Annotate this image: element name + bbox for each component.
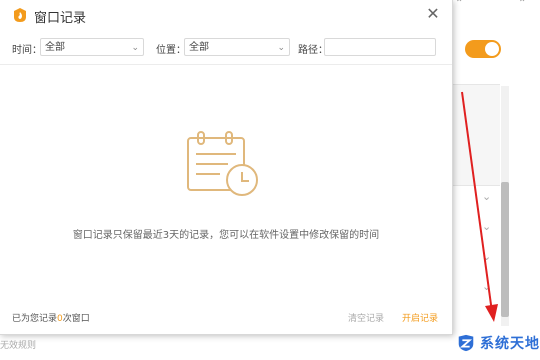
time-label: 时间： <box>12 45 42 56</box>
chevron-down-icon[interactable]: ⌄ <box>482 190 496 220</box>
watermark-text: 系统天地 <box>480 336 540 352</box>
time-select[interactable]: 全部 ⌄ <box>40 38 144 56</box>
filter-bar: 时间： 全部 ⌄ 位置： 全部 ⌄ 路径： <box>0 36 452 60</box>
dialog-title: 窗口记录 <box>34 11 87 26</box>
close-button[interactable]: ✕ <box>424 5 442 23</box>
watermark: 系统天地 <box>456 330 540 356</box>
dialog-footer: 已为您记录0次窗口 清空记录 开启记录 <box>0 308 452 328</box>
watermark-logo-icon <box>458 334 474 352</box>
record-count-suffix: 次窗口 <box>62 314 90 324</box>
divider <box>0 64 452 65</box>
location-select[interactable]: 全部 ⌄ <box>184 38 290 56</box>
chevron-up-icon[interactable]: ⌃ <box>518 0 526 9</box>
empty-state-message: 窗口记录只保留最近3天的记录，您可以在软件设置中修改保留的时间 <box>72 230 380 241</box>
chevron-down-icon: ⌄ <box>277 43 285 53</box>
calendar-clock-icon <box>187 131 258 196</box>
scrollbar-thumb[interactable] <box>501 182 509 317</box>
window-record-dialog: 窗口记录 ✕ 时间： 全部 ⌄ 位置： 全部 ⌄ 路径： 窗口记录只保留最近3天… <box>0 0 453 335</box>
time-select-value: 全部 <box>45 42 65 53</box>
chevron-down-icon[interactable]: ⌄ <box>482 250 496 280</box>
flame-logo-icon <box>14 8 26 22</box>
chevron-down-icon: ⌄ <box>131 43 139 53</box>
settings-panel <box>452 84 500 186</box>
record-count: 已为您记录0次窗口 <box>12 311 90 324</box>
location-select-value: 全部 <box>189 42 209 53</box>
location-label: 位置： <box>156 45 186 56</box>
dropdown-chevrons: ⌄ ⌄ ⌄ ⌄ <box>482 190 496 310</box>
dialog-titlebar[interactable]: 窗口记录 ✕ <box>0 0 452 30</box>
chevron-down-icon[interactable]: ⌄ <box>482 220 496 250</box>
path-input[interactable] <box>324 38 436 56</box>
clear-records-button[interactable]: 清空记录 <box>348 311 384 324</box>
chevron-down-icon[interactable]: ⌄ <box>482 280 496 310</box>
record-count-prefix: 已为您记录 <box>12 314 58 324</box>
chevron-up-icon[interactable]: ⌃ <box>455 0 463 9</box>
enable-records-button[interactable]: 开启记录 <box>402 311 438 324</box>
footer-link-text: 无效规则 <box>0 341 37 351</box>
setting-toggle[interactable] <box>465 40 501 58</box>
